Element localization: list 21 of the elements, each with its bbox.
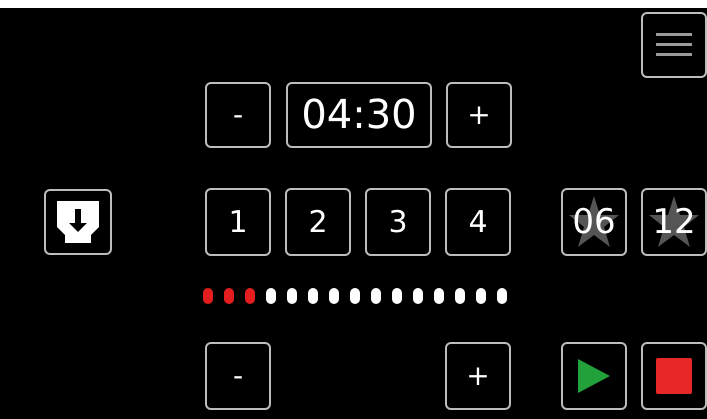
menu-icon	[656, 33, 692, 57]
download-shield-icon	[55, 199, 101, 245]
favorite-button[interactable]: 06	[561, 188, 627, 256]
preset-button[interactable]: 2	[285, 188, 351, 256]
stop-button[interactable]	[641, 342, 707, 410]
download-button[interactable]	[44, 189, 112, 255]
favorite-button[interactable]: 12	[641, 188, 707, 256]
menu-button[interactable]	[641, 12, 707, 78]
volume-down-button[interactable]: -	[205, 342, 271, 410]
preset-button[interactable]: 1	[205, 188, 271, 256]
play-icon	[576, 358, 612, 394]
preset-button[interactable]: 3	[365, 188, 431, 256]
star-icon	[648, 194, 700, 250]
star-icon	[568, 194, 620, 250]
increase-time-button[interactable]: +	[446, 82, 512, 148]
volume-up-button[interactable]: +	[445, 342, 511, 410]
decrease-time-button[interactable]: -	[205, 82, 271, 148]
play-button[interactable]	[561, 342, 627, 410]
time-display: 04:30	[286, 82, 432, 148]
stop-icon	[656, 358, 692, 394]
preset-button[interactable]: 4	[445, 188, 511, 256]
